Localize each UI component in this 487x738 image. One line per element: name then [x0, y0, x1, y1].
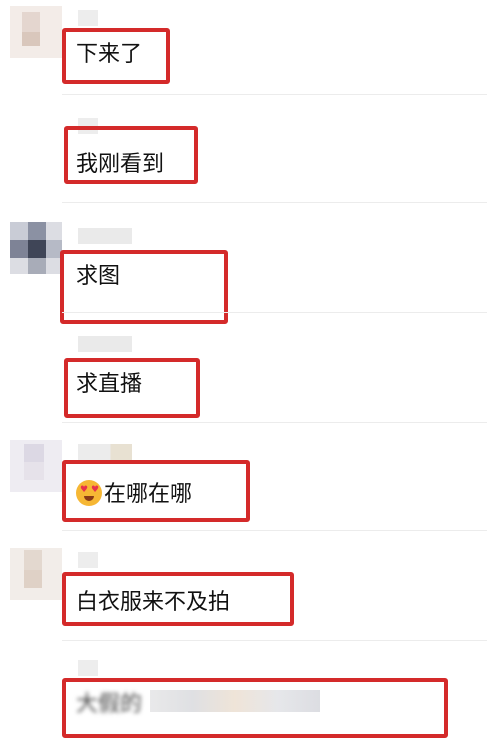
heart-eyes-emoji-icon: ♥ ♥ [76, 480, 102, 506]
username-blurred[interactable] [78, 552, 98, 568]
avatar[interactable] [10, 440, 62, 492]
comment-text: 求直播 [76, 372, 143, 397]
comment-text: 求图 [76, 264, 121, 289]
comment-text: 我刚看到 [76, 152, 165, 177]
username-blurred[interactable] [78, 228, 132, 244]
comment-text: ♥ ♥ 在哪在哪 [76, 480, 192, 508]
avatar[interactable] [10, 6, 62, 58]
divider [62, 202, 487, 203]
username-blurred[interactable] [78, 660, 98, 676]
comment-text: 下来了 [76, 42, 143, 67]
avatar[interactable] [10, 548, 62, 600]
username-blurred[interactable] [78, 444, 132, 460]
divider [62, 94, 487, 95]
divider [62, 530, 487, 531]
divider [62, 640, 487, 641]
username-blurred[interactable] [78, 336, 132, 352]
divider [62, 422, 487, 423]
comment-text: 白衣服来不及拍 [76, 590, 231, 615]
comment-text-label: 在哪在哪 [104, 482, 193, 507]
comment-text: 大假的 [76, 692, 143, 717]
avatar[interactable] [10, 222, 62, 274]
mosaic-censor [150, 690, 320, 712]
divider [62, 312, 487, 313]
username-blurred[interactable] [78, 10, 98, 26]
